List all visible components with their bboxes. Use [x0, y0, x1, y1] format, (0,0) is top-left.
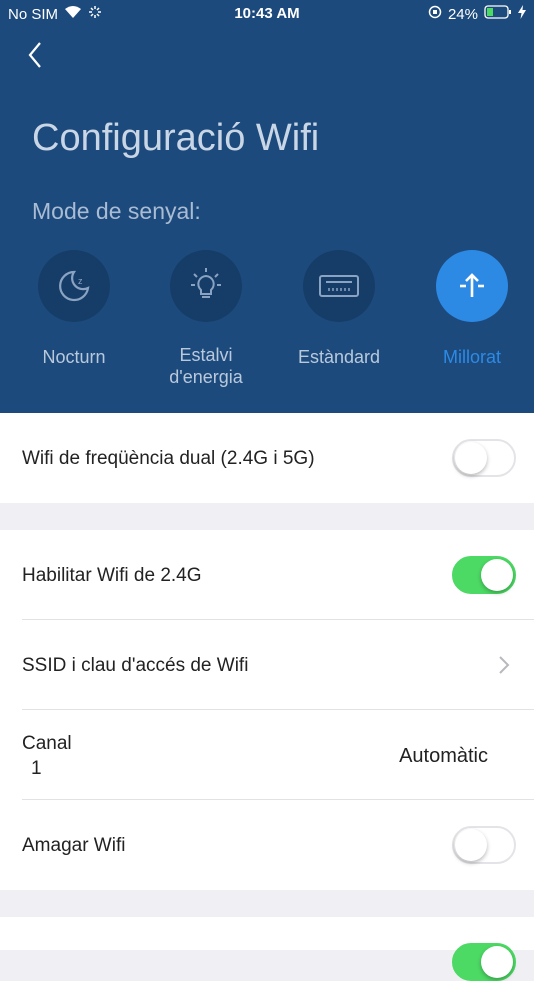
dual-band-label: Wifi de freqüència dual (2.4G i 5G): [22, 448, 315, 469]
page-title: Configuració Wifi: [32, 117, 320, 159]
mode-millorat[interactable]: Millorat: [407, 250, 534, 368]
lightbulb-icon: [170, 250, 242, 322]
signal-mode-label: Mode de senyal:: [32, 198, 201, 224]
chevron-left-icon: [28, 42, 41, 68]
charging-icon: [518, 5, 526, 23]
dual-band-toggle[interactable]: [452, 439, 516, 477]
orientation-lock-icon: [428, 5, 442, 23]
enable-24g-label: Habilitar Wifi de 2.4G: [22, 565, 202, 586]
hide-wifi-label: Amagar Wifi: [22, 835, 126, 856]
dual-band-row: Wifi de freqüència dual (2.4G i 5G): [0, 413, 534, 503]
ssid-row[interactable]: SSID i clau d'accés de Wifi: [0, 620, 534, 710]
mode-estalvi[interactable]: Estalvi d'energia: [141, 250, 271, 388]
channel-row[interactable]: Canal 1 Automàtic: [0, 710, 534, 800]
signal-boost-icon: [436, 250, 508, 322]
svg-text:z: z: [78, 276, 83, 286]
ssid-label: SSID i clau d'accés de Wifi: [22, 655, 249, 676]
wifi-24g-group: Habilitar Wifi de 2.4G SSID i clau d'acc…: [0, 530, 534, 890]
mode-estalvi-label-line1: Estalvi: [179, 345, 233, 365]
mode-estandard-label: Estàndard: [297, 347, 381, 367]
battery-percent: 24%: [447, 5, 478, 23]
battery-icon: [484, 5, 512, 23]
mode-estalvi-label-line2: d'energia: [169, 367, 243, 387]
mode-estandard[interactable]: Estàndard: [274, 250, 404, 368]
header: No SIM 10:43 AM 24% Configuració Wifi Mo…: [0, 0, 534, 413]
mode-millorat-label: Millorat: [442, 347, 501, 367]
router-icon: [303, 250, 375, 322]
hide-wifi-toggle[interactable]: [452, 826, 516, 864]
mode-nocturn[interactable]: z Nocturn: [9, 250, 139, 368]
channel-label: Canal: [22, 733, 72, 754]
chevron-right-icon: [498, 655, 510, 681]
next-settings-row: [0, 917, 534, 981]
status-bar: No SIM 10:43 AM 24%: [0, 0, 534, 28]
moon-icon: z: [38, 250, 110, 322]
channel-current: 1: [31, 758, 42, 779]
enable-24g-toggle[interactable]: [452, 556, 516, 594]
mode-nocturn-label: Nocturn: [42, 347, 106, 367]
back-button[interactable]: [22, 40, 52, 70]
channel-value: Automàtic: [399, 745, 488, 767]
next-setting-toggle[interactable]: [452, 943, 516, 981]
